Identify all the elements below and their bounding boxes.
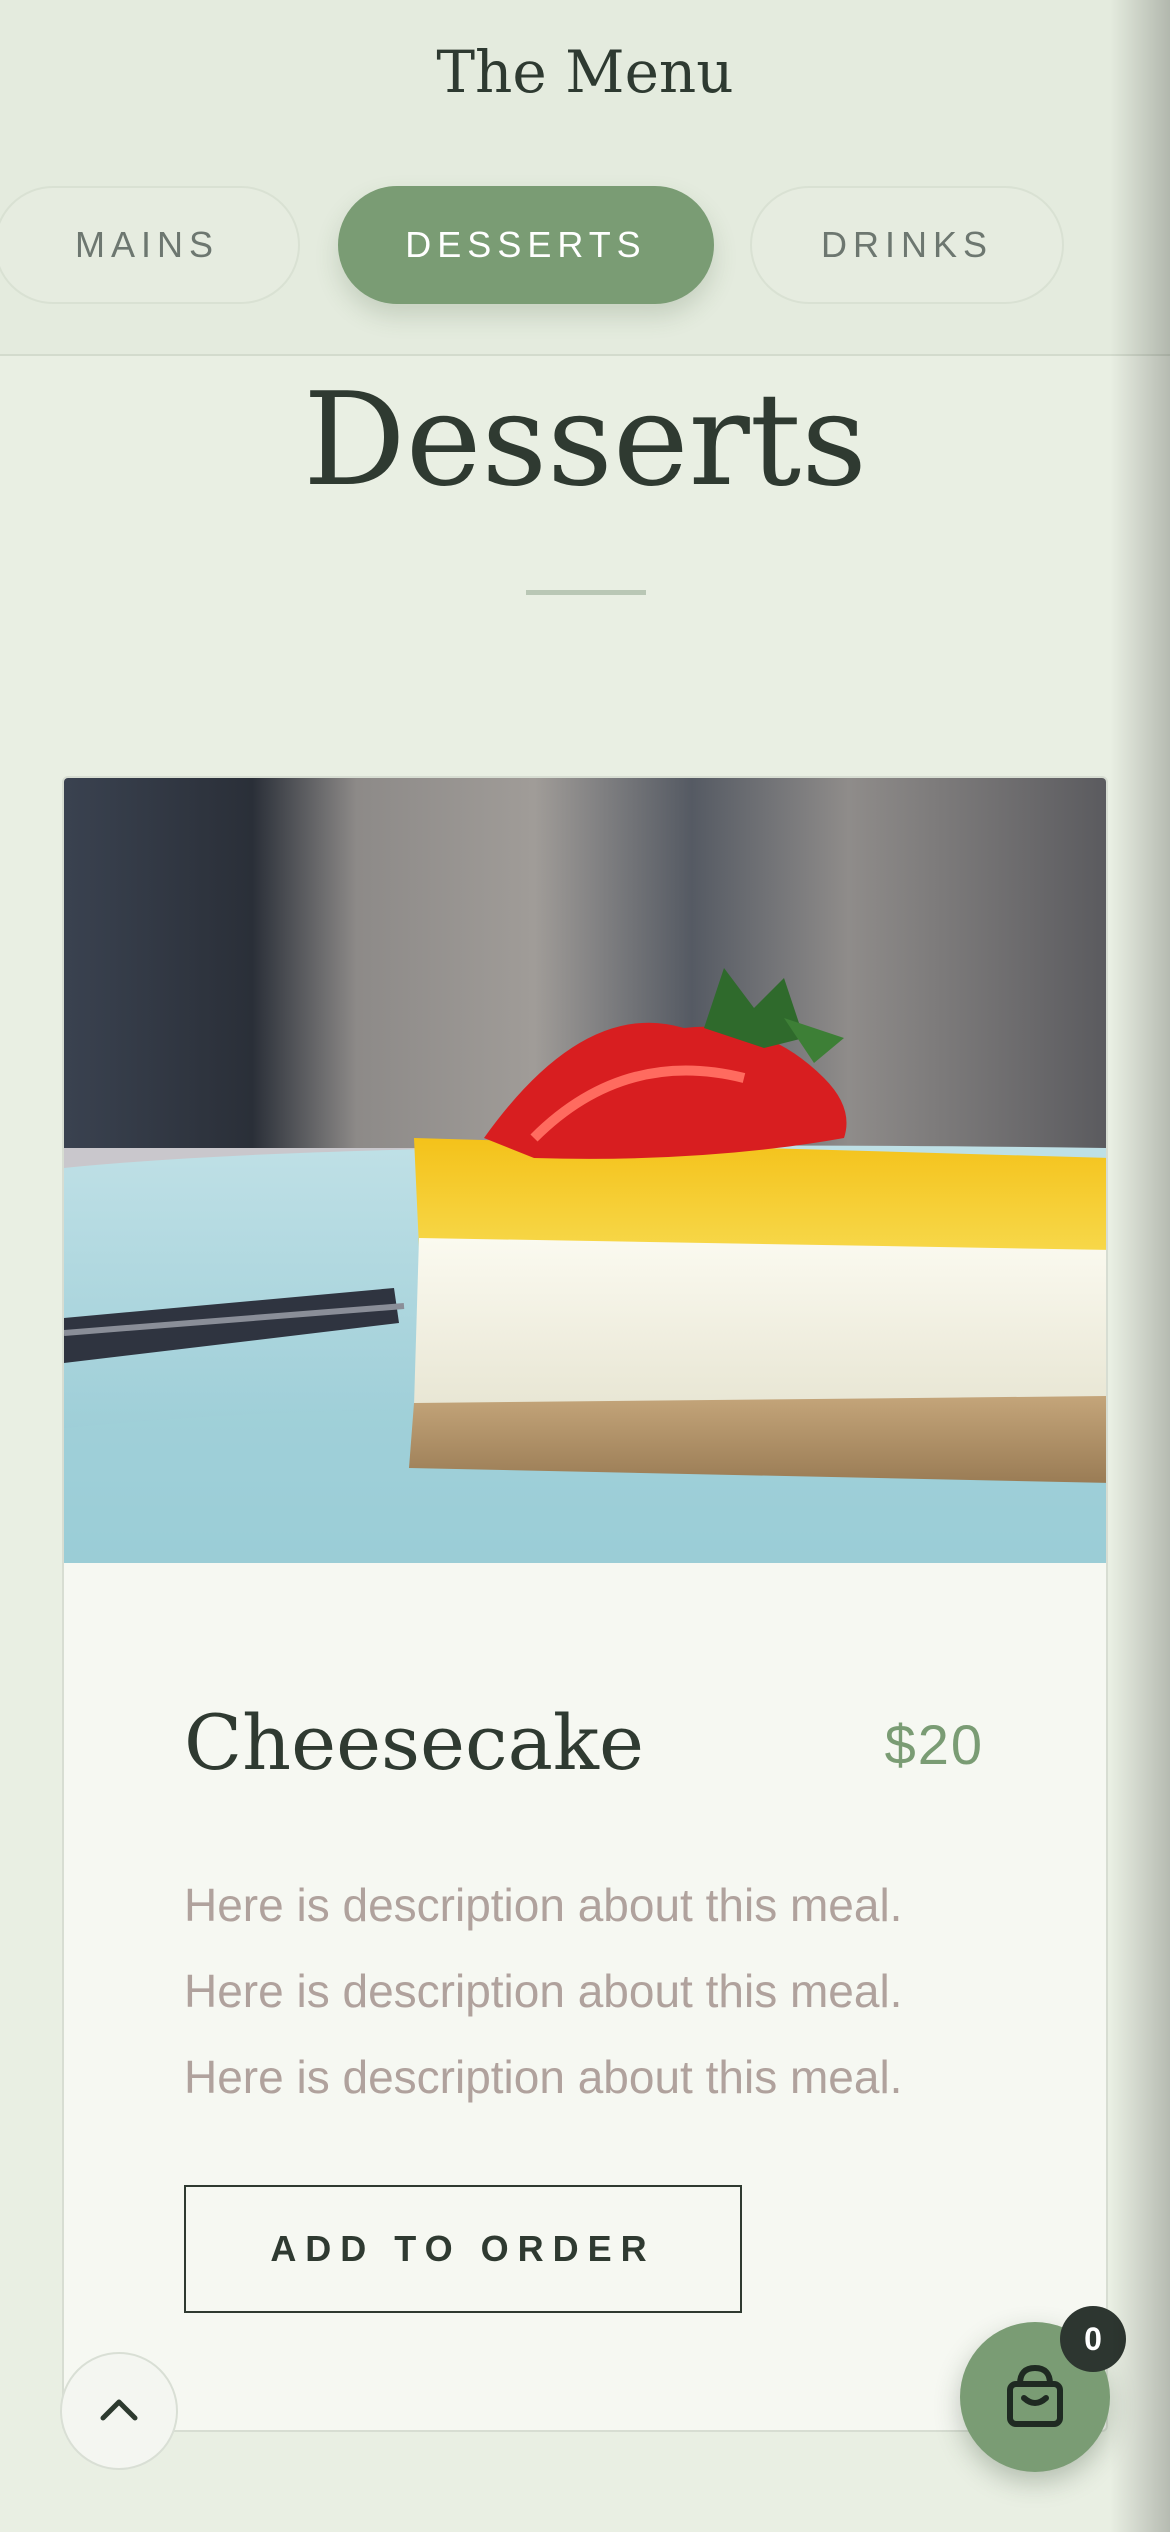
menu-item-card: Cheesecake $20 Here is description about… — [62, 776, 1108, 2432]
section-divider — [526, 590, 646, 595]
tab-drinks[interactable]: DRINKS — [750, 186, 1064, 304]
shopping-bag-icon — [1000, 2360, 1070, 2434]
scroll-to-top-button[interactable] — [60, 2352, 178, 2470]
menu-header: The Menu MAINS DESSERTS DRINKS — [0, 0, 1170, 356]
app-title: The Menu — [436, 38, 734, 106]
chevron-up-icon — [97, 2394, 141, 2428]
section-title: Desserts — [303, 366, 867, 515]
item-price: $20 — [884, 1713, 984, 1776]
tab-mains[interactable]: MAINS — [0, 186, 300, 304]
tab-desserts[interactable]: DESSERTS — [338, 186, 714, 304]
category-tabs: MAINS DESSERTS DRINKS — [0, 186, 1170, 306]
cheesecake-photo — [64, 778, 1106, 1563]
item-name: Cheesecake — [184, 1698, 644, 1787]
item-description: Here is description about this meal. Her… — [184, 1862, 1004, 2120]
description-line: Here is description about this meal. — [184, 2051, 903, 2103]
description-line: Here is description about this meal. — [184, 1965, 903, 2017]
add-to-order-button[interactable]: ADD TO ORDER — [184, 2185, 742, 2313]
cart-count-badge: 0 — [1060, 2306, 1126, 2372]
description-line: Here is description about this meal. — [184, 1879, 903, 1931]
